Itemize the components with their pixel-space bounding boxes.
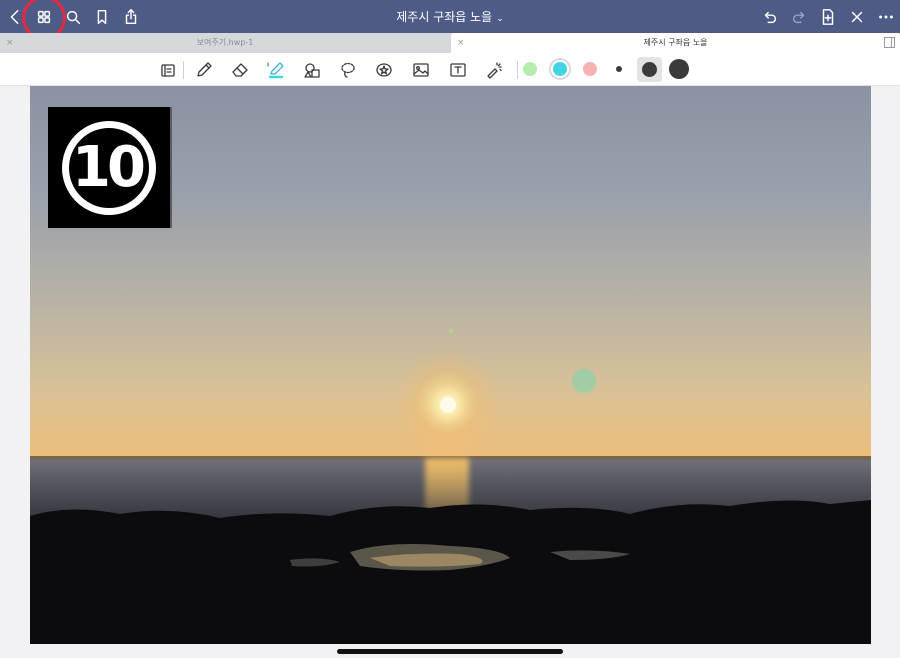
document-title-text: 제주시 구좌읍 노을 [396,10,493,24]
split-view-icon[interactable] [884,37,895,48]
drawing-toolbar [0,53,900,86]
color-swatch-green[interactable] [523,62,537,76]
foreground-rocks [30,496,871,644]
bookmark-icon[interactable] [89,4,115,30]
tab-document-2[interactable]: × 제주시 구좌읍 노을 [451,33,900,53]
top-navigation-bar: 제주시 구좌읍 노을 ⌄ [0,0,900,40]
chevron-down-icon: ⌄ [496,14,504,24]
share-icon[interactable] [118,4,144,30]
undo-icon[interactable] [757,4,783,30]
toolbar-divider [517,61,518,79]
stroke-width-large[interactable] [642,62,657,77]
image-icon[interactable] [408,58,434,82]
text-box-icon[interactable] [445,58,471,82]
document-title-button[interactable]: 제주시 구좌읍 노을 ⌄ [396,10,504,24]
pen-icon[interactable] [191,58,217,82]
add-page-icon[interactable] [815,4,841,30]
search-icon[interactable] [60,4,86,30]
highlighter-icon[interactable] [263,58,289,82]
tab-label: 보여주기.hwp-1 [196,38,254,47]
tab-close-icon[interactable]: × [6,33,14,53]
color-swatch-cyan[interactable] [553,62,567,76]
toolbar-divider [183,61,184,79]
laser-pointer-icon[interactable] [481,58,507,82]
lens-flare [572,369,596,393]
document-tab-strip: × 보여주기.hwp-1 × 제주시 구좌읍 노을 [0,33,900,53]
sun [440,397,456,413]
stroke-width-xlarge[interactable] [669,59,689,79]
color-swatch-pink[interactable] [583,62,597,76]
logo-edge [170,107,172,228]
more-icon[interactable] [873,4,899,30]
grid-view-icon[interactable] [31,4,57,30]
logo-text: 10 [72,135,146,200]
page-view-icon[interactable] [155,58,181,82]
redo-icon[interactable] [786,4,812,30]
note-page-canvas[interactable]: 10 [30,86,871,644]
lasso-icon[interactable] [335,58,361,82]
tab-label: 제주시 구좌읍 노을 [643,38,708,47]
tab-close-icon[interactable]: × [457,33,465,53]
lens-flare-small [449,329,453,333]
eraser-icon[interactable] [227,58,253,82]
sticker-icon[interactable] [371,58,397,82]
shapes-icon[interactable] [299,58,325,82]
back-chevron-icon[interactable] [2,4,28,30]
home-indicator[interactable] [337,649,563,654]
stroke-width-small[interactable] [616,66,622,72]
logo-circle: 10 [62,120,156,215]
close-icon[interactable] [844,4,870,30]
tab-document-1[interactable]: × 보여주기.hwp-1 [0,33,450,53]
logo-10-sticker[interactable]: 10 [48,107,170,228]
